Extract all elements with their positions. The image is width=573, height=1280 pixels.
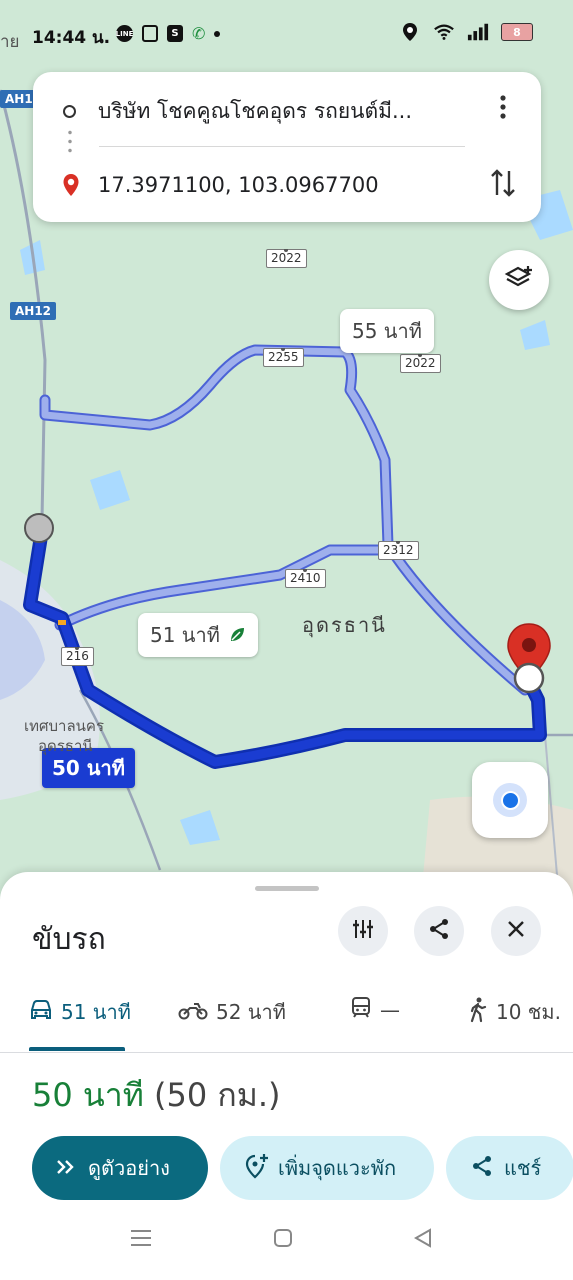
road-shield: 216 (61, 647, 94, 666)
recent-apps-button[interactable] (128, 1227, 154, 1253)
walk-icon (468, 997, 488, 1028)
route-time-label-alt2[interactable]: 51 นาที (138, 613, 258, 657)
map-edge-text: าย (0, 32, 20, 52)
tab-motorcycle-label: 52 นาที (216, 1000, 286, 1024)
road-shield: 2022 (266, 249, 307, 268)
share-icon (470, 1154, 494, 1183)
line-app-icon: LINE (116, 25, 133, 42)
more-options-button[interactable] (493, 94, 513, 124)
eco-leaf-icon (228, 626, 246, 644)
tab-motorcycle[interactable]: 52 นาที (178, 996, 286, 1028)
travel-mode-tabs: 51 นาที 52 นาที — 10 ชม. (0, 984, 573, 1053)
tab-walk-label: 10 ชม. (496, 1000, 561, 1024)
summary-time: 50 นาที (32, 1076, 144, 1114)
drag-handle[interactable] (255, 886, 319, 891)
location-pin-icon (399, 22, 421, 42)
route-search-card: บริษัท โชคคูณโชคอุดร รถยนต์มี... 17.3971… (33, 72, 541, 222)
system-icons: 8 (399, 22, 533, 42)
highway-shield: AH12 (10, 302, 57, 320)
sheet-title: ขับรถ (32, 922, 106, 957)
notification-icons: LINE S ✆ (116, 24, 221, 43)
province-label: อุดรธานี (302, 613, 387, 637)
swap-vert-icon (489, 167, 517, 203)
location-dot-icon (493, 783, 527, 817)
destination-pin-icon[interactable] (506, 622, 552, 694)
close-icon (506, 919, 526, 943)
motorcycle-icon (178, 1000, 208, 1025)
home-square-icon (273, 1228, 293, 1252)
car-icon (29, 999, 53, 1026)
signal-icon (467, 22, 489, 42)
tab-walk[interactable]: 10 ชม. (468, 996, 561, 1028)
tab-transit[interactable]: — (350, 996, 400, 1023)
back-button[interactable] (410, 1227, 436, 1253)
menu-icon (130, 1229, 152, 1251)
add-stop-label: เพิ่มจุดแวะพัก (278, 1156, 397, 1180)
road-shield: 2410 (285, 569, 326, 588)
destination-pin-small-icon (62, 173, 80, 197)
shopping-bag-icon: S (167, 25, 183, 42)
home-button[interactable] (270, 1227, 296, 1253)
origin-field[interactable]: บริษัท โชคคูณโชคอุดร รถยนต์มี... (98, 95, 468, 128)
calendar-app-icon (142, 25, 158, 42)
origin-marker[interactable] (24, 513, 54, 543)
directions-sheet: ขับรถ 51 นาที 52 นาที — 10 ชม. 50 นาที (… (0, 872, 573, 1280)
action-buttons: ดูตัวอย่าง เพิ่มจุดแวะพัก แชร์ (32, 1136, 573, 1200)
tab-drive-label: 51 นาที (61, 1000, 131, 1024)
share-icon (427, 917, 451, 945)
battery-level: 8 (513, 25, 521, 39)
phone-icon: ✆ (192, 24, 206, 43)
route-summary: 50 นาที (50 กม.) (32, 1070, 281, 1121)
more-vert-icon (500, 95, 506, 123)
active-tab-indicator (29, 1047, 125, 1051)
route-time-text: 51 นาที (150, 623, 220, 647)
summary-distance: (50 กม.) (154, 1076, 281, 1114)
tab-transit-label: — (380, 997, 400, 1022)
transit-icon (350, 996, 372, 1023)
origin-circle-icon (63, 104, 76, 118)
share-route-button[interactable] (414, 906, 464, 956)
share-button[interactable]: แชร์ (446, 1136, 573, 1200)
system-nav-bar (0, 1217, 573, 1267)
add-location-icon (244, 1153, 268, 1184)
preview-button[interactable]: ดูตัวอย่าง (32, 1136, 208, 1200)
close-button[interactable] (491, 906, 541, 956)
divider (99, 146, 465, 147)
destination-field[interactable]: 17.3971100, 103.0967700 (98, 173, 379, 197)
tune-icon (351, 917, 375, 945)
layers-button[interactable] (489, 250, 549, 310)
my-location-button[interactable] (472, 762, 548, 838)
status-time: 14:44 น. (32, 28, 111, 48)
swap-button[interactable] (487, 167, 519, 203)
add-stop-button[interactable]: เพิ่มจุดแวะพัก (220, 1136, 434, 1200)
battery-icon: 8 (501, 23, 533, 41)
road-shield: 2312 (378, 541, 419, 560)
municipality-label-line2: อุดรธานี (38, 737, 93, 755)
road-shield: 2022 (400, 354, 441, 373)
share-label: แชร์ (504, 1156, 542, 1180)
route-time-label-alt1[interactable]: 55 นาที (340, 309, 434, 353)
route-connector-dots (68, 128, 72, 156)
road-shield: 2255 (263, 348, 304, 367)
layers-icon (504, 265, 534, 295)
preview-label: ดูตัวอย่าง (88, 1156, 170, 1180)
wifi-icon (433, 22, 455, 42)
double-chevron-right-icon (56, 1156, 78, 1180)
more-dot-icon (214, 30, 221, 37)
status-bar: าย 14:44 น. LINE S ✆ 8 (0, 0, 573, 66)
tab-drive[interactable]: 51 นาที (29, 996, 131, 1028)
back-triangle-icon (413, 1228, 433, 1252)
route-options-button[interactable] (338, 906, 388, 956)
